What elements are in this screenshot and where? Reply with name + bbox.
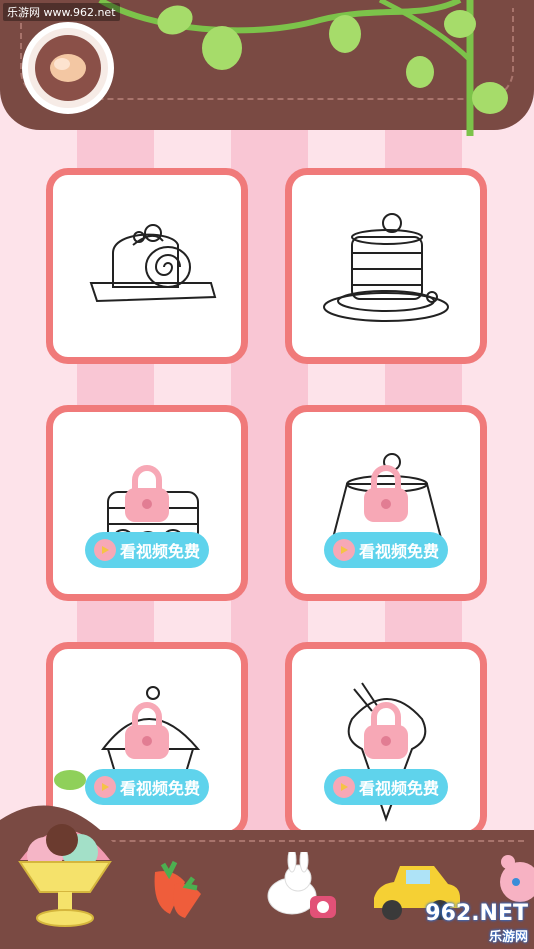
unlock-label: 看视频免费 [119, 542, 200, 561]
card-swiss-roll[interactable] [46, 168, 248, 364]
card-pancake-stack-2[interactable]: 看视频免费 [46, 405, 248, 601]
watch-video-unlock-button[interactable]: 看视频免费 [324, 769, 448, 805]
card-ice-cream-cone[interactable]: 看视频免费 [285, 642, 487, 838]
unlock-label: 看视频免费 [358, 542, 439, 561]
bunny-icon[interactable] [262, 852, 342, 924]
back-icon [35, 35, 101, 101]
swiss-roll-drawing [89, 224, 217, 303]
back-button[interactable] [22, 22, 114, 114]
unlock-label: 看视频免费 [358, 779, 439, 798]
watch-video-unlock-button[interactable]: 看视频免费 [85, 532, 209, 568]
lock-icon [364, 465, 408, 522]
watermark-sub: 乐游网 [488, 930, 528, 945]
play-icon [93, 539, 116, 561]
lock-icon [364, 702, 408, 759]
watch-video-unlock-button[interactable]: 看视频免费 [324, 532, 448, 568]
watermark-brand: 962.NET [425, 901, 528, 926]
play-icon [332, 776, 355, 798]
lock-icon [125, 702, 169, 759]
unlock-label: 看视频免费 [119, 779, 200, 798]
play-icon [332, 539, 355, 561]
card-pudding[interactable]: 看视频免费 [285, 405, 487, 601]
watermark-text: 乐游网 www.962.net [3, 3, 120, 21]
carrot-icon[interactable] [145, 852, 215, 922]
footer-watermark-logo: 962.NET 乐游网 [425, 901, 528, 945]
card-pancake-stack[interactable] [285, 168, 487, 364]
lock-icon [125, 465, 169, 522]
ice-cream-icon[interactable] [0, 760, 130, 940]
pancake-drawing [323, 213, 449, 322]
